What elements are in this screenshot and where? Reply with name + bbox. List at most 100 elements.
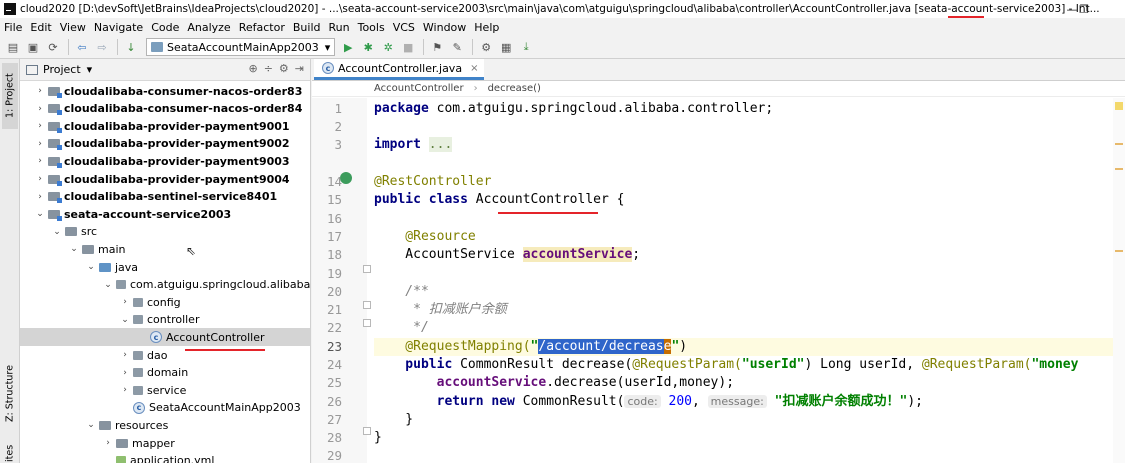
menu-vcs[interactable]: VCS <box>393 21 415 34</box>
tree-item[interactable]: ⌄ main <box>20 240 310 258</box>
edit-config-icon[interactable]: ✎ <box>448 38 466 56</box>
run-icon[interactable]: ▶ <box>339 38 357 56</box>
editor-tab-accountcontroller[interactable]: c AccountController.java × <box>314 59 485 80</box>
line-number: 2 <box>334 119 342 134</box>
chevron-right-icon[interactable]: › <box>34 121 46 131</box>
tree-item-label: SeataAccountMainApp2003 <box>149 401 301 415</box>
error-stripe-mark[interactable] <box>1115 143 1123 145</box>
tree-item[interactable]: › cloudalibaba-sentinel-service8401 <box>20 188 310 206</box>
chevron-down-icon[interactable]: ⌄ <box>85 420 97 430</box>
tree-item[interactable]: ⌄ seata-account-service2003 <box>20 205 310 223</box>
fold-marker[interactable] <box>363 319 371 327</box>
breadcrumb-class[interactable]: AccountController <box>374 83 464 94</box>
restore-button[interactable]: ❐ <box>1064 0 1104 18</box>
project-structure-icon[interactable]: ▦ <box>497 38 515 56</box>
chevron-right-icon[interactable]: › <box>34 192 46 202</box>
project-tool-tab[interactable]: 1: Project <box>2 63 18 129</box>
chevron-down-icon[interactable]: ⌄ <box>34 209 46 219</box>
tree-item[interactable]: › cloudalibaba-provider-payment9003 <box>20 152 310 170</box>
menu-navigate[interactable]: Navigate <box>94 21 143 34</box>
error-stripe-mark[interactable] <box>1115 250 1123 252</box>
chevron-right-icon[interactable]: › <box>34 104 46 114</box>
code-editor[interactable]: package com.atguigu.springcloud.alibaba.… <box>374 98 1125 463</box>
menu-build[interactable]: Build <box>293 21 321 34</box>
menu-file[interactable]: File <box>4 21 22 34</box>
favorites-tool-tab[interactable]: ites <box>2 443 18 463</box>
chevron-down-icon[interactable]: ⌄ <box>85 262 97 272</box>
tree-item[interactable]: ⌄ resources <box>20 416 310 434</box>
back-arrow-icon[interactable]: ⇦ <box>73 38 91 56</box>
chevron-right-icon[interactable]: › <box>34 86 46 96</box>
tree-item[interactable]: › cloudalibaba-consumer-nacos-order83 <box>20 82 310 100</box>
menu-window[interactable]: Window <box>423 21 466 34</box>
vcs-icon[interactable]: ⚑ <box>428 38 446 56</box>
menu-refactor[interactable]: Refactor <box>239 21 285 34</box>
debug-icon[interactable]: ✱ <box>359 38 377 56</box>
menu-analyze[interactable]: Analyze <box>187 21 230 34</box>
collapse-all-icon[interactable]: ÷ <box>264 62 273 75</box>
menu-edit[interactable]: Edit <box>30 21 51 34</box>
chevron-down-icon[interactable]: ⌄ <box>51 227 63 237</box>
tree-item[interactable]: c AccountController <box>20 328 310 347</box>
chevron-down-icon[interactable]: ⌄ <box>102 280 114 290</box>
stop-icon[interactable]: ■ <box>399 38 417 56</box>
menu-tools[interactable]: Tools <box>358 21 385 34</box>
chevron-right-icon[interactable]: › <box>34 139 46 149</box>
tree-item[interactable]: › cloudalibaba-provider-payment9001 <box>20 117 310 135</box>
inspection-status-icon[interactable] <box>1115 102 1123 110</box>
tree-item[interactable]: ⌄ controller <box>20 311 310 329</box>
chevron-down-icon[interactable]: ⌄ <box>119 315 131 325</box>
sync-icon[interactable]: ⟳ <box>44 38 62 56</box>
chevron-right-icon[interactable]: › <box>34 156 46 166</box>
locate-icon[interactable]: ⊕ <box>248 62 257 75</box>
tree-item-label: AccountController <box>166 330 265 344</box>
tree-item[interactable]: › cloudalibaba-provider-payment9002 <box>20 135 310 153</box>
chevron-down-icon[interactable]: ▾ <box>87 63 93 76</box>
tree-item[interactable]: › cloudalibaba-provider-payment9004 <box>20 170 310 188</box>
gear-icon[interactable]: ⚙ <box>279 62 289 75</box>
tree-item[interactable]: application.yml <box>20 452 310 463</box>
tree-item[interactable]: › dao <box>20 346 310 364</box>
tree-item[interactable]: › service <box>20 381 310 399</box>
fold-marker[interactable] <box>363 265 371 273</box>
menu-view[interactable]: View <box>60 21 86 34</box>
breadcrumb-method[interactable]: decrease() <box>488 83 541 94</box>
tree-item[interactable]: › mapper <box>20 434 310 452</box>
tree-item[interactable]: ⌄ src <box>20 223 310 241</box>
forward-arrow-icon[interactable]: ⇨ <box>93 38 111 56</box>
tree-item[interactable]: › domain <box>20 364 310 382</box>
save-icon[interactable]: ▣ <box>24 38 42 56</box>
close-icon[interactable]: × <box>470 63 478 74</box>
editor-scrollbar[interactable] <box>1113 98 1125 463</box>
error-stripe-mark[interactable] <box>1115 168 1123 170</box>
open-folder-icon[interactable]: ▤ <box>4 38 22 56</box>
fold-marker[interactable] <box>363 427 371 435</box>
tree-item[interactable]: › cloudalibaba-consumer-nacos-order84 <box>20 100 310 118</box>
build-icon[interactable]: ↓ <box>122 38 140 56</box>
chevron-down-icon[interactable]: ⌄ <box>68 244 80 254</box>
code-line: } <box>374 430 382 445</box>
tree-item[interactable]: › config <box>20 293 310 311</box>
chevron-right-icon[interactable]: › <box>119 385 131 395</box>
chevron-right-icon[interactable]: › <box>119 350 131 360</box>
chevron-right-icon[interactable]: › <box>102 438 114 448</box>
fold-marker[interactable] <box>363 301 371 309</box>
settings-icon[interactable]: ⚙ <box>477 38 495 56</box>
menu-run[interactable]: Run <box>329 21 350 34</box>
tree-item[interactable]: ⌄ com.atguigu.springcloud.alibaba <box>20 276 310 294</box>
menu-code[interactable]: Code <box>151 21 179 34</box>
download-icon[interactable]: ⤓ <box>517 38 535 56</box>
structure-tool-tab[interactable]: Z: Structure <box>2 359 18 429</box>
chevron-right-icon[interactable]: › <box>119 297 131 307</box>
menu-help[interactable]: Help <box>474 21 499 34</box>
folded-imports[interactable]: ... <box>428 137 453 152</box>
tree-item[interactable]: ⌄ java <box>20 258 310 276</box>
left-tool-strip: 1: Project Z: Structure ites <box>0 59 20 463</box>
coverage-icon[interactable]: ✲ <box>379 38 397 56</box>
project-panel-title[interactable]: Project <box>43 63 81 76</box>
hide-panel-icon[interactable]: ⇥ <box>295 62 304 75</box>
chevron-right-icon[interactable]: › <box>34 174 46 184</box>
chevron-right-icon[interactable]: › <box>119 368 131 378</box>
tree-item[interactable]: c SeataAccountMainApp2003 <box>20 399 310 417</box>
run-config-select[interactable]: SeataAccountMainApp2003 ▾ <box>146 38 336 56</box>
